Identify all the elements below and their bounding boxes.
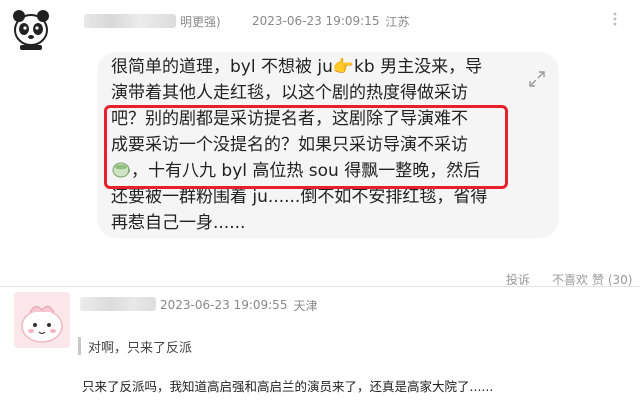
avatar-panda[interactable] xyxy=(6,4,56,54)
comment-line: 演带着其他人走红毯，以这个剧的热度得做采访 xyxy=(111,83,468,103)
comment-meta: 2023-06-23 19:09:55 天津 xyxy=(160,296,317,314)
avatar-cartoon[interactable] xyxy=(14,292,70,348)
more-options-icon[interactable] xyxy=(604,8,626,30)
location: 江苏 xyxy=(385,14,410,29)
username-blurred[interactable] xyxy=(80,297,156,311)
comment-line: 很简单的道理，byl 不想被 ju👉kb 男主没来，导 xyxy=(111,57,483,77)
quoted-text: 对啊，只来了反派 xyxy=(88,340,193,356)
timestamp: 2023-06-23 19:09:15 xyxy=(252,14,380,28)
quoted-reply: 对啊，只来了反派 xyxy=(78,337,193,356)
comment-line: 再惹自己一身...... xyxy=(111,213,246,233)
username-blurred xyxy=(84,14,176,28)
divider xyxy=(0,286,640,287)
expand-icon[interactable] xyxy=(528,70,546,88)
timestamp: 2023-06-23 19:09:55 xyxy=(160,298,288,312)
location: 天津 xyxy=(293,298,318,313)
username[interactable]: 明更强) xyxy=(84,12,221,30)
username-suffix: 明更强) xyxy=(180,14,221,29)
comment-meta: 2023-06-23 19:09:15 江苏 xyxy=(252,12,409,30)
reply-text: 只来了反派吗，我知道高启强和高启兰的演员来了，还真是高家大院了...... xyxy=(82,378,494,394)
red-highlight-box xyxy=(104,105,508,189)
